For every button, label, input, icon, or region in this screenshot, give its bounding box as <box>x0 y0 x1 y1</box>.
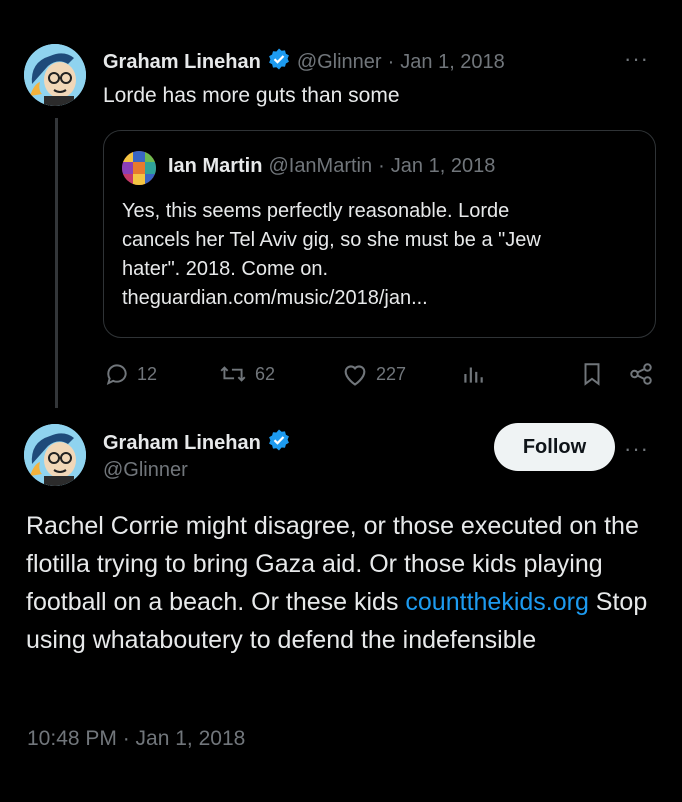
quoted-tweet-card[interactable]: Ian Martin @IanMartin · Jan 1, 2018 Yes,… <box>103 130 656 338</box>
quoted-text-line: Yes, this seems perfectly reasonable. Lo… <box>122 200 510 222</box>
retweet-count: 62 <box>255 363 276 384</box>
retweet-button[interactable]: 62 <box>218 361 275 387</box>
quoted-tweet-date: Jan 1, 2018 <box>390 155 496 177</box>
tweet-date[interactable]: Jan 1, 2018 <box>400 51 505 74</box>
views-button[interactable] <box>460 361 486 387</box>
main-tweet-author: Graham Linehan <box>103 428 291 458</box>
analytics-icon <box>464 367 483 383</box>
like-button[interactable]: 227 <box>341 361 406 387</box>
bookmark-button[interactable] <box>580 361 604 387</box>
parent-tweet-text: Lorde has more guts than some <box>103 84 400 107</box>
header-separator: · <box>387 50 395 73</box>
avatar-image <box>24 44 86 106</box>
more-options-icon[interactable]: ··· <box>624 46 649 72</box>
thread-connector-line <box>55 118 58 408</box>
reply-button[interactable]: 12 <box>104 361 157 387</box>
author-name[interactable]: Graham Linehan <box>103 51 261 74</box>
heart-icon <box>344 365 366 386</box>
retweet-icon <box>220 366 246 382</box>
author-handle[interactable]: @Glinner <box>297 51 382 74</box>
reply-count: 12 <box>137 363 158 384</box>
follow-button[interactable]: Follow <box>494 423 615 471</box>
like-count: 227 <box>376 363 407 384</box>
reply-icon <box>106 364 127 386</box>
share-icon <box>630 363 652 385</box>
quoted-author-name: Ian Martin <box>168 155 263 177</box>
quoted-text-line: cancels her Tel Aviv gig, so she must be… <box>122 229 541 251</box>
external-link[interactable]: countthekids.org <box>405 588 588 616</box>
quoted-tweet-text: Yes, this seems perfectly reasonable. Lo… <box>122 197 541 313</box>
tweet-timestamp[interactable]: 10:48 PM · Jan 1, 2018 <box>27 727 245 751</box>
share-button[interactable] <box>628 361 654 387</box>
verified-badge-icon <box>267 47 291 77</box>
quoted-header-separator: · <box>378 155 385 177</box>
author-handle[interactable]: @Glinner <box>103 459 188 482</box>
avatar-image <box>24 424 86 486</box>
quoted-tweet-header: Ian Martin @IanMartin · Jan 1, 2018 <box>168 155 495 178</box>
main-tweet-text: Rachel Corrie might disagree, or those e… <box>26 507 662 659</box>
parent-tweet-header: Graham Linehan @Glinner · Jan 1, 2018 <box>103 47 505 77</box>
quoted-avatar-image <box>122 151 156 185</box>
avatar-graham-linehan[interactable] <box>24 44 86 106</box>
verified-badge-icon <box>267 428 291 458</box>
author-name[interactable]: Graham Linehan <box>103 432 261 455</box>
avatar-graham-linehan[interactable] <box>24 424 86 486</box>
quoted-author-handle: @IanMartin <box>268 155 373 177</box>
more-options-icon[interactable]: ··· <box>624 436 649 462</box>
bookmark-icon <box>584 363 600 386</box>
quoted-link-line: theguardian.com/music/2018/jan... <box>122 287 428 309</box>
quoted-avatar[interactable] <box>122 151 156 185</box>
quoted-text-line: hater". 2018. Come on. <box>122 258 329 280</box>
